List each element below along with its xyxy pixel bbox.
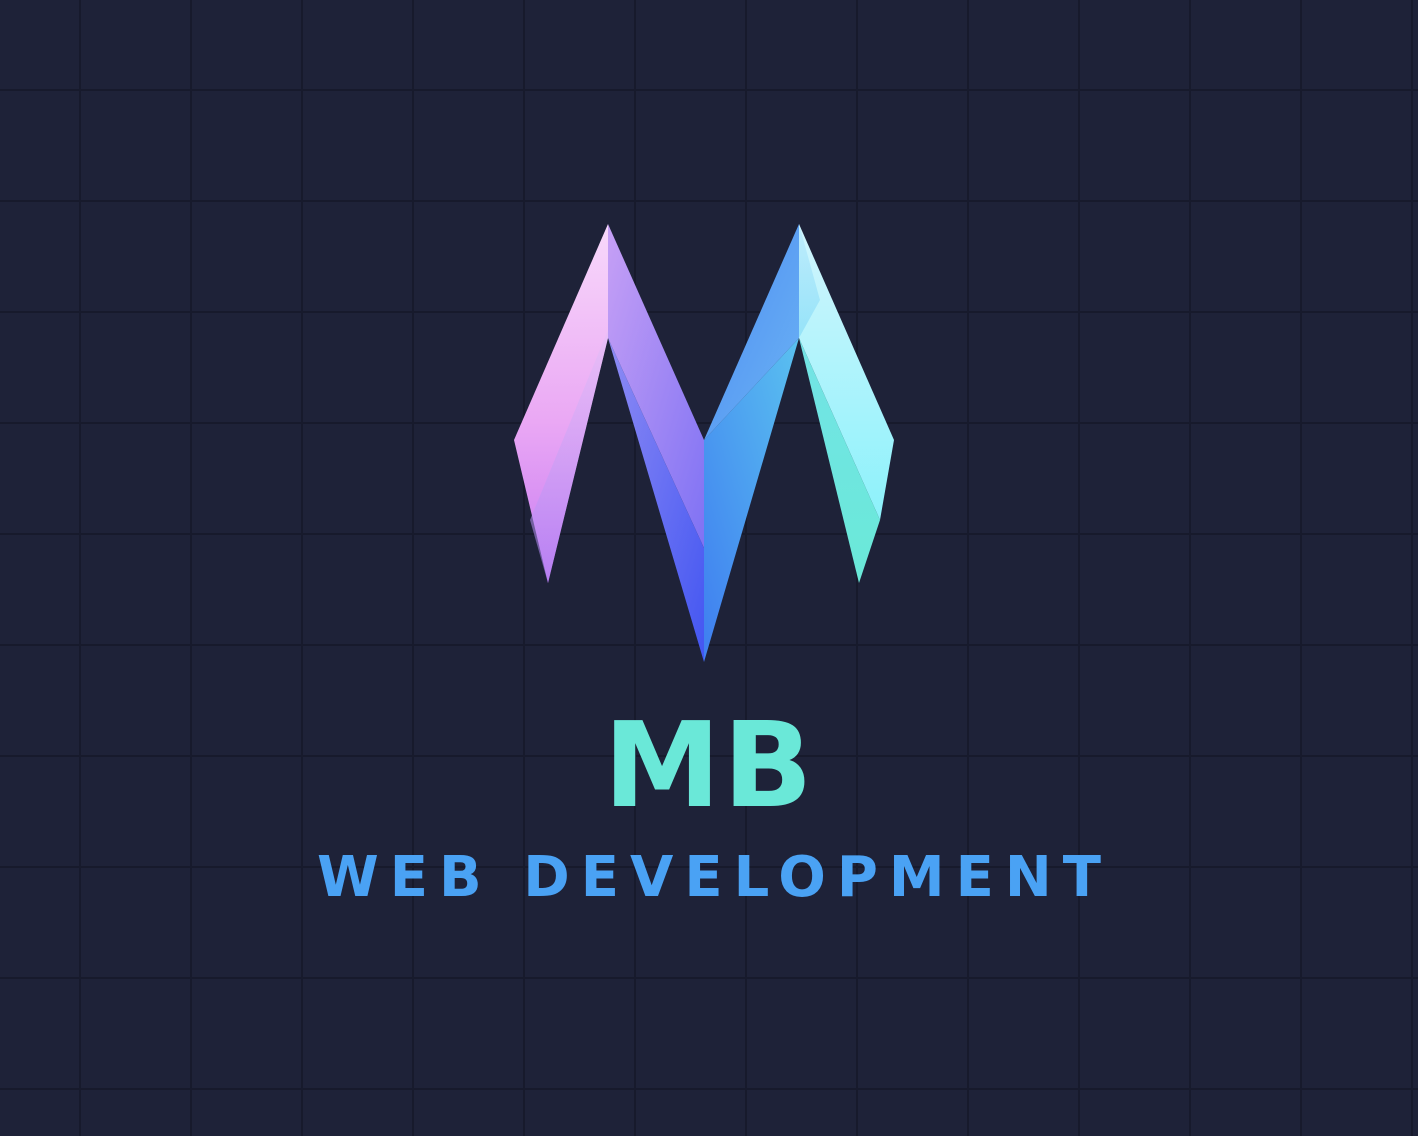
brand-tagline: WEB DEVELOPMENT (317, 845, 1112, 910)
stylized-m-logo-icon (514, 224, 894, 662)
brand-name: MB (603, 696, 815, 834)
